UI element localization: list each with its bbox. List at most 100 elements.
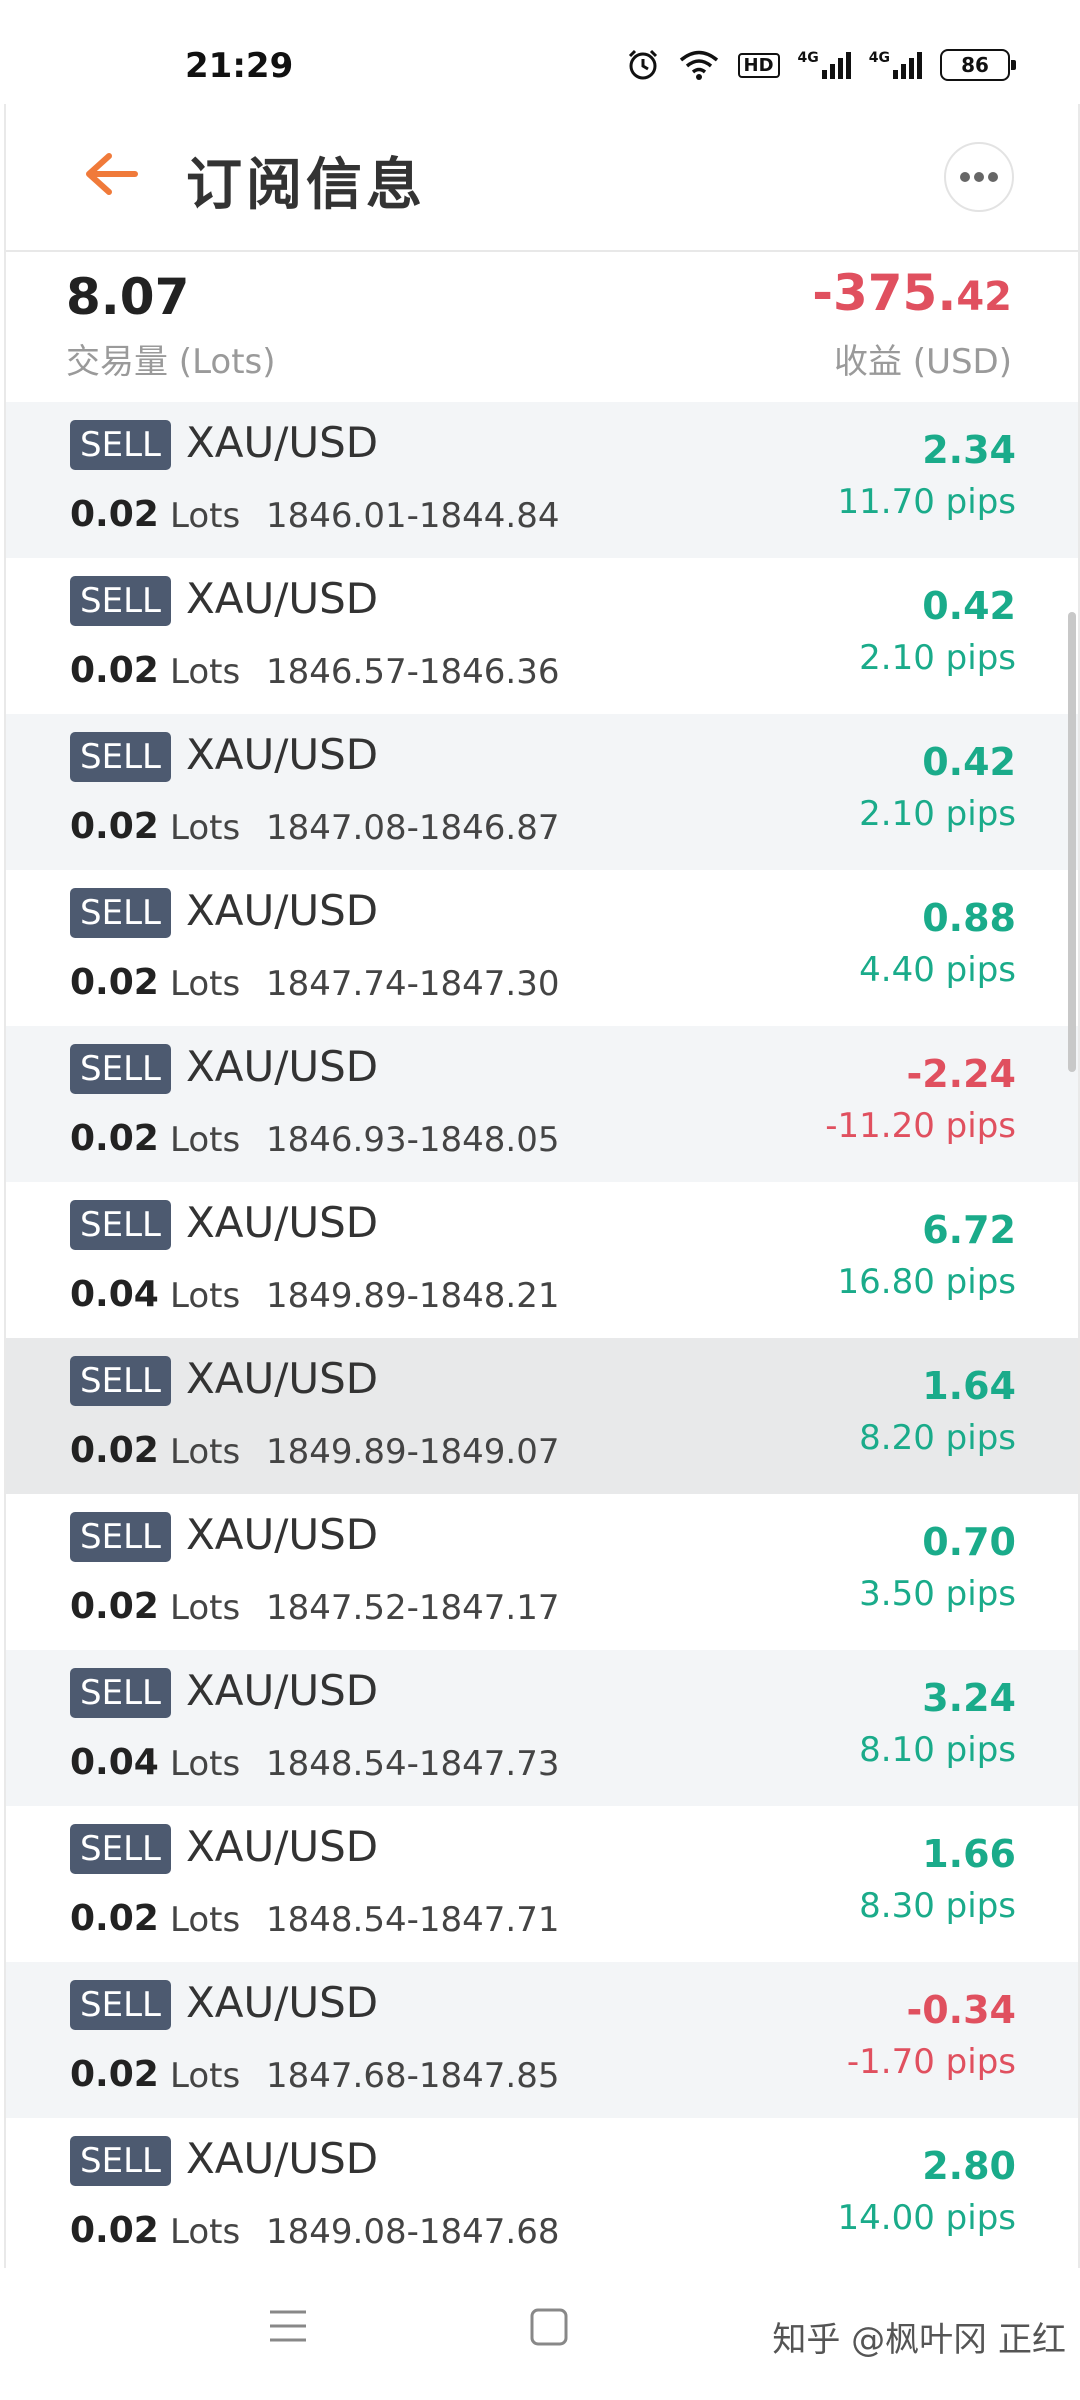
trade-price-range: 1849.89-1849.07	[266, 1432, 560, 1472]
arrow-left-icon	[86, 153, 138, 195]
trade-row[interactable]: SELL XAU/USD 0.04 Lots 1849.89-1848.21 6.72 16…	[6, 1182, 1078, 1338]
profit-int: -375.	[812, 264, 957, 322]
sell-badge: SELL	[70, 1044, 171, 1094]
sell-badge: SELL	[70, 1356, 171, 1406]
trade-row[interactable]: SELL XAU/USD 0.02 Lots 1846.01-1844.84 2.34 11…	[6, 402, 1078, 558]
total-lots-value: 8.07	[66, 268, 190, 326]
trade-row[interactable]: SELL XAU/USD 0.04 Lots 1848.54-1847.73 3.24 8.…	[6, 1650, 1078, 1806]
trade-lot-unit: Lots	[170, 1744, 241, 1784]
page-title: 订阅信息	[186, 152, 426, 218]
trade-lot-size: 0.02	[70, 1430, 159, 1471]
trade-profit: 1.64	[922, 1364, 1016, 1408]
trade-symbol: XAU/USD	[186, 574, 379, 623]
battery-indicator: 86	[940, 49, 1016, 81]
trade-row[interactable]: SELL XAU/USD 0.02 Lots 1846.57-1846.36 0.42 2.…	[6, 558, 1078, 714]
trade-price-range: 1846.57-1846.36	[266, 652, 560, 692]
trade-profit: 1.66	[922, 1832, 1016, 1876]
alarm-icon	[626, 48, 660, 82]
trade-price-range: 1847.74-1847.30	[266, 964, 560, 1004]
trade-lot-size: 0.02	[70, 1586, 159, 1627]
trade-symbol: XAU/USD	[186, 1666, 379, 1715]
header: 订阅信息	[6, 104, 1078, 252]
trade-pips: 8.20 pips	[859, 1418, 1016, 1458]
trade-profit: 0.42	[922, 584, 1016, 628]
trade-lot-unit: Lots	[170, 1588, 241, 1628]
trade-symbol: XAU/USD	[186, 1510, 379, 1559]
system-nav-bar: 知乎 @枫叶冈 正红	[0, 2268, 1080, 2400]
trade-symbol: XAU/USD	[186, 1198, 379, 1247]
total-profit-label: 收益 (USD)	[834, 342, 1012, 382]
trade-lot-unit: Lots	[170, 808, 241, 848]
trade-profit: 3.24	[922, 1676, 1016, 1720]
trade-price-range: 1849.89-1848.21	[266, 1276, 560, 1316]
trade-pips: 16.80 pips	[837, 1262, 1016, 1302]
sell-badge: SELL	[70, 1512, 171, 1562]
more-button[interactable]	[944, 142, 1014, 212]
status-icons: HD 4G 4G 86	[626, 48, 1016, 82]
trade-lot-unit: Lots	[170, 1276, 241, 1316]
home-button[interactable]	[530, 2308, 568, 2350]
trade-lot-unit: Lots	[170, 652, 241, 692]
more-horizontal-icon	[960, 172, 998, 182]
sell-badge: SELL	[70, 1824, 171, 1874]
trade-row[interactable]: SELL XAU/USD 0.02 Lots 1848.54-1847.71 1.66 8.…	[6, 1806, 1078, 1962]
trade-pips: 14.00 pips	[837, 2198, 1016, 2238]
trade-row[interactable]: SELL XAU/USD 0.02 Lots 1847.08-1846.87 0.42 2.…	[6, 714, 1078, 870]
trade-row[interactable]: SELL XAU/USD 0.02 Lots 1846.93-1848.05 -2.24 -…	[6, 1026, 1078, 1182]
trade-symbol: XAU/USD	[186, 730, 379, 779]
trade-price-range: 1849.08-1847.68	[266, 2212, 560, 2252]
sell-badge: SELL	[70, 2136, 171, 2186]
trade-symbol: XAU/USD	[186, 1042, 379, 1091]
sell-badge: SELL	[70, 888, 171, 938]
signal-icon-2: 4G	[869, 50, 922, 80]
trade-symbol: XAU/USD	[186, 1822, 379, 1871]
back-button[interactable]	[76, 144, 146, 204]
scrollbar[interactable]	[1068, 612, 1076, 1072]
trade-price-range: 1847.52-1847.17	[266, 1588, 560, 1628]
trade-lot-size: 0.02	[70, 1898, 159, 1939]
trade-symbol: XAU/USD	[186, 418, 379, 467]
trade-price-range: 1847.08-1846.87	[266, 808, 560, 848]
trade-lot-size: 0.02	[70, 962, 159, 1003]
sell-badge: SELL	[70, 420, 171, 470]
trade-price-range: 1847.68-1847.85	[266, 2056, 560, 2096]
trade-price-range: 1848.54-1847.71	[266, 1900, 560, 1940]
trade-pips: 3.50 pips	[859, 1574, 1016, 1614]
trade-lot-size: 0.02	[70, 2210, 159, 2251]
sell-badge: SELL	[70, 1980, 171, 2030]
trade-profit: 2.80	[922, 2144, 1016, 2188]
trade-lot-size: 0.02	[70, 650, 159, 691]
trade-lot-unit: Lots	[170, 496, 241, 536]
sell-badge: SELL	[70, 576, 171, 626]
trade-pips: 4.40 pips	[859, 950, 1016, 990]
trade-profit: -2.24	[906, 1052, 1016, 1096]
trade-profit: 0.70	[922, 1520, 1016, 1564]
trade-symbol: XAU/USD	[186, 1354, 379, 1403]
trade-list: SELL XAU/USD 0.02 Lots 1846.01-1844.84 2.34 11…	[6, 402, 1078, 2268]
trade-row[interactable]: SELL XAU/USD 0.02 Lots 1847.52-1847.17 0.70 3.…	[6, 1494, 1078, 1650]
status-time: 21:29	[185, 46, 294, 86]
trade-row[interactable]: SELL XAU/USD 0.02 Lots 1849.89-1849.07 1.64 8.…	[6, 1338, 1078, 1494]
menu-icon	[270, 2310, 306, 2342]
trade-pips: 8.30 pips	[859, 1886, 1016, 1926]
subscription-card: 订阅信息 8.07 交易量 (Lots) -375.42 收益 (USD) SE…	[4, 104, 1080, 2268]
trade-lot-unit: Lots	[170, 964, 241, 1004]
status-bar: 21:29 HD 4G 4G 86	[0, 0, 1080, 100]
trade-row[interactable]: SELL XAU/USD 0.02 Lots 1849.08-1847.68 2.80 14…	[6, 2118, 1078, 2268]
trade-profit: 0.88	[922, 896, 1016, 940]
trade-lot-unit: Lots	[170, 2056, 241, 2096]
hd-badge: HD	[737, 52, 780, 78]
trade-symbol: XAU/USD	[186, 1978, 379, 2027]
trade-profit: 6.72	[922, 1208, 1016, 1252]
trade-price-range: 1848.54-1847.73	[266, 1744, 560, 1784]
sell-badge: SELL	[70, 1668, 171, 1718]
trade-pips: 8.10 pips	[859, 1730, 1016, 1770]
trade-price-range: 1846.93-1848.05	[266, 1120, 560, 1160]
trade-lot-size: 0.02	[70, 806, 159, 847]
trade-lot-size: 0.02	[70, 2054, 159, 2095]
menu-button[interactable]	[268, 2306, 308, 2350]
trade-row[interactable]: SELL XAU/USD 0.02 Lots 1847.68-1847.85 -0.34 -…	[6, 1962, 1078, 2118]
trade-lot-size: 0.02	[70, 1118, 159, 1159]
total-profit-value: -375.42	[812, 264, 1012, 322]
trade-row[interactable]: SELL XAU/USD 0.02 Lots 1847.74-1847.30 0.88 4.…	[6, 870, 1078, 1026]
